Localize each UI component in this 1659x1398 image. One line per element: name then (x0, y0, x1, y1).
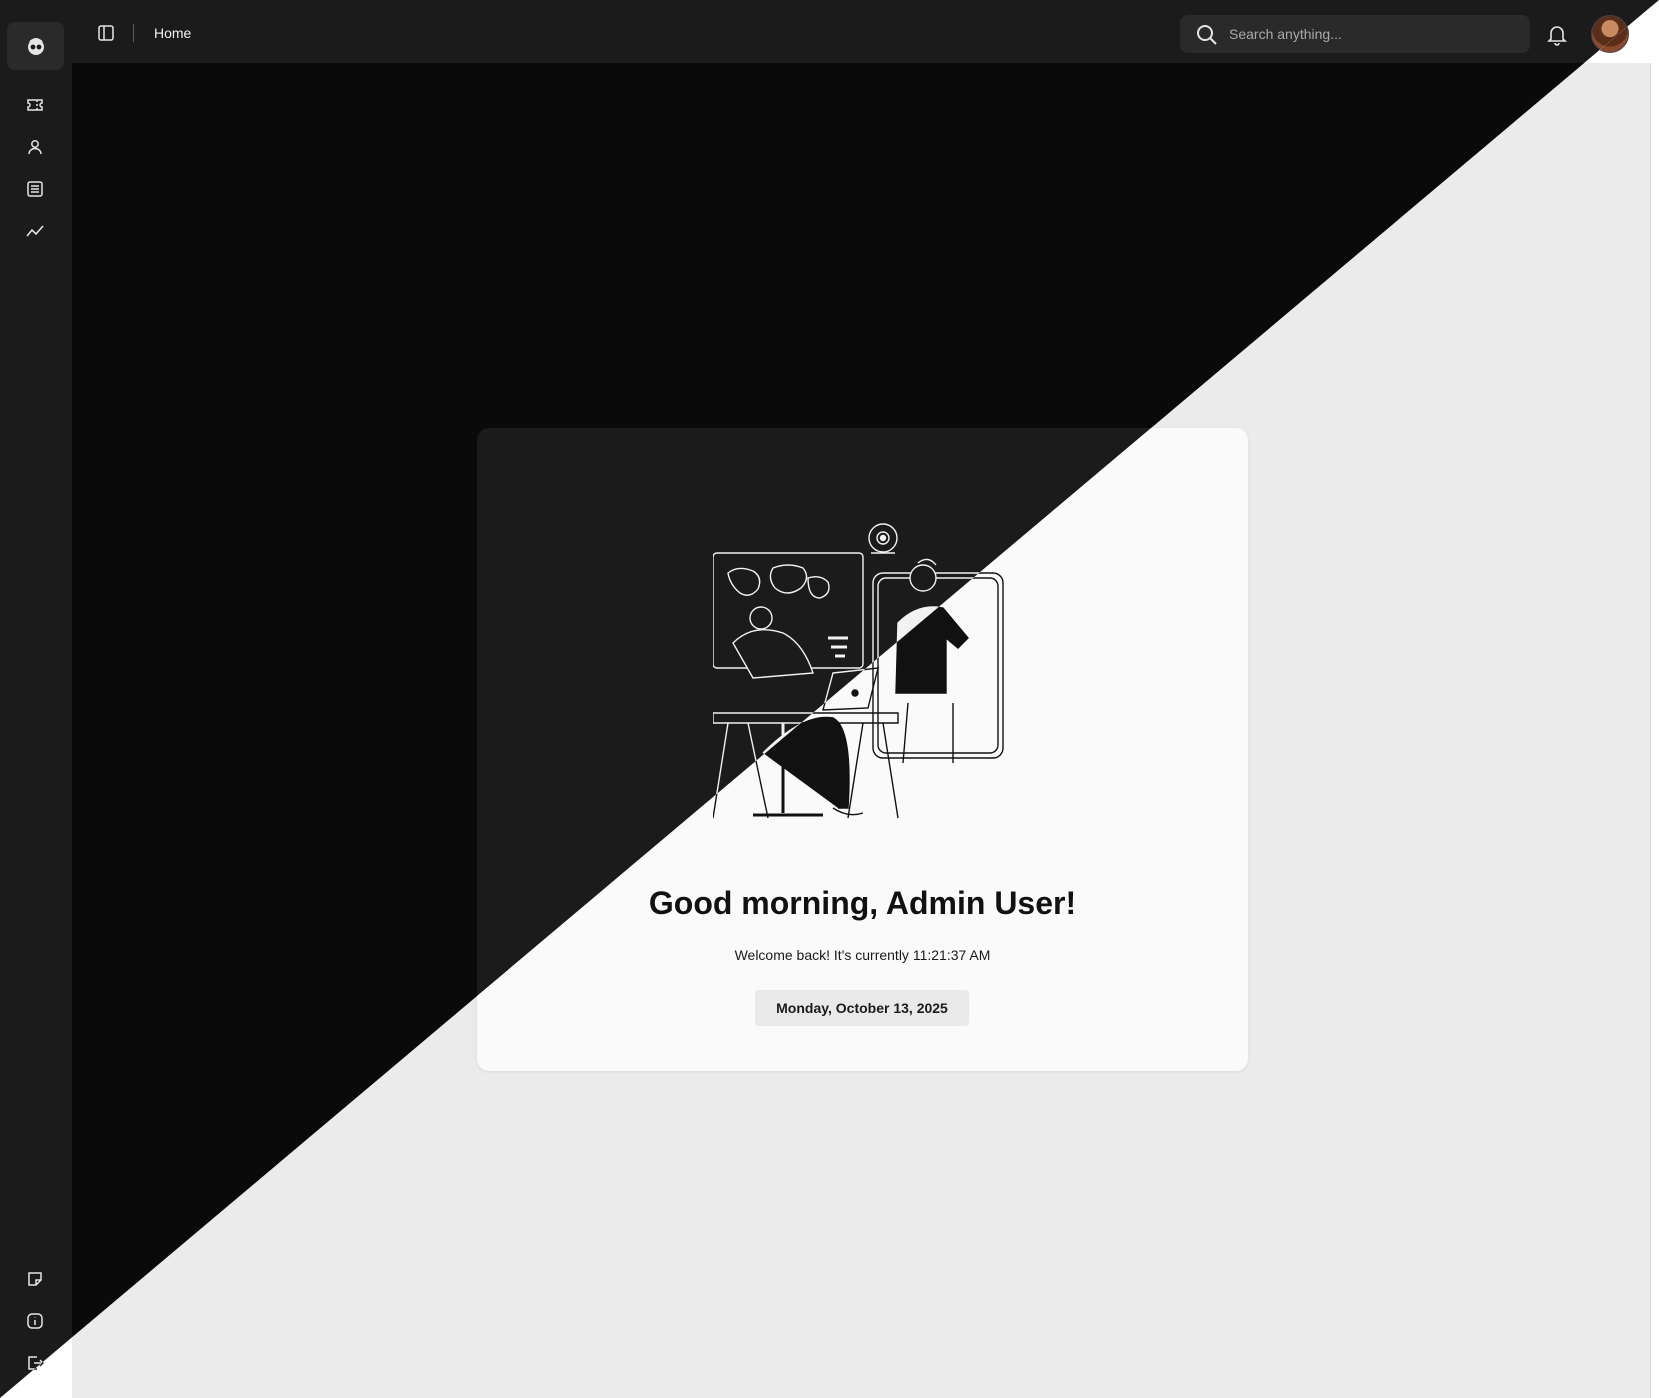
ticket-icon (27, 99, 43, 111)
note-icon (28, 1272, 42, 1286)
logo-icon (27, 38, 44, 55)
sidebar-item-users[interactable] (24, 136, 46, 158)
search-icon (1197, 25, 1217, 45)
user-icon (28, 140, 42, 155)
info-icon (27, 1313, 43, 1329)
search-input[interactable]: Search anything... (1180, 15, 1530, 53)
date-badge-light: Monday, October 13, 2025 (755, 990, 969, 1026)
scrollbar-light[interactable] (1650, 0, 1659, 1398)
search-placeholder: Search anything... (1229, 26, 1342, 42)
sidebar-item-info[interactable] (24, 1310, 46, 1332)
sidebar-item-tickets[interactable] (24, 94, 46, 116)
app-logo[interactable] (7, 22, 64, 70)
breadcrumb-home[interactable]: Home (154, 24, 191, 42)
bell-icon[interactable] (1547, 24, 1567, 46)
list-icon (27, 181, 43, 197)
sidebar-item-analytics[interactable] (24, 220, 46, 242)
activity-icon (26, 225, 44, 237)
sidebar-item-list[interactable] (24, 178, 46, 200)
breadcrumb-divider (133, 24, 134, 42)
welcome-subtitle-light: Welcome back! It's currently 11:21:37 AM (734, 947, 991, 963)
sidebar-item-notes[interactable] (24, 1268, 46, 1290)
sidebar-toggle-icon[interactable] (97, 24, 115, 42)
sidebar (0, 0, 72, 1398)
